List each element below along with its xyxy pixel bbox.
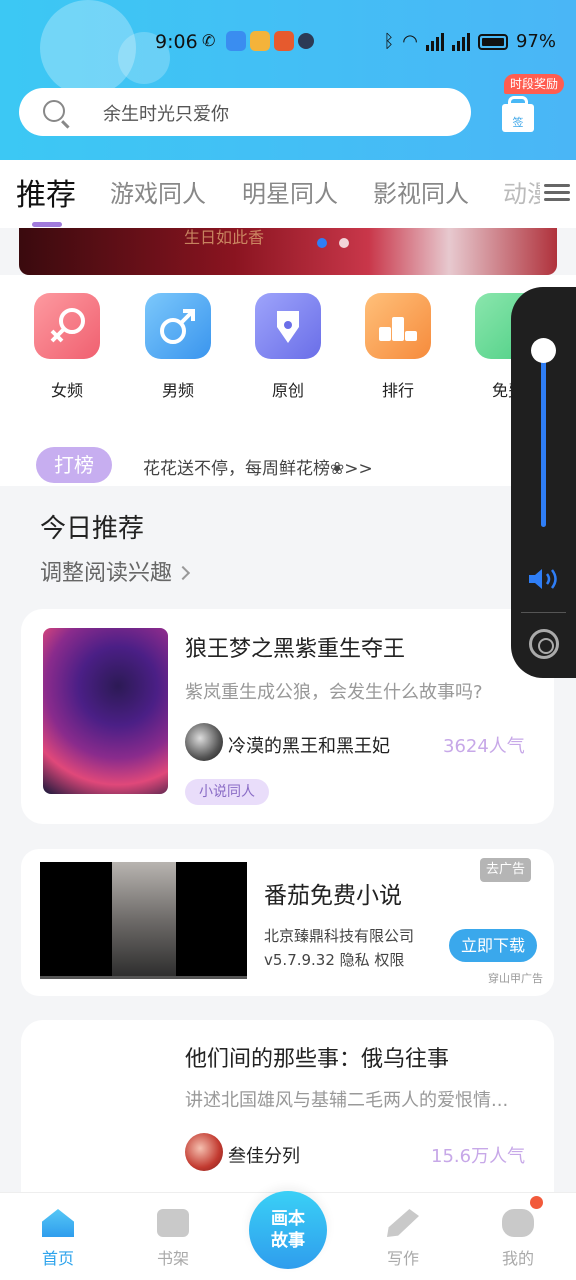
banner-indicator [317, 238, 327, 248]
category-ranking[interactable]: 排行 [363, 293, 433, 401]
volume-slider-handle[interactable] [531, 338, 556, 363]
nav-label: 我的 [501, 1249, 534, 1268]
menu-icon[interactable] [540, 180, 570, 208]
center-button-line2: 故事 [271, 1231, 305, 1251]
status-time: 9:06 [155, 31, 198, 53]
app-notification-icon [274, 31, 294, 51]
popularity: 3624人气 [443, 736, 525, 757]
nav-bookshelf[interactable]: 书架 [141, 1209, 205, 1269]
chat-icon [298, 33, 314, 49]
book-desc: 讲述北国雄风与基辅二毛两人的爱恨情... [185, 1090, 509, 1111]
gift-label: 签 [512, 116, 524, 129]
center-button-line1: 画本 [271, 1209, 305, 1229]
status-right: ᛒ ◠ 97% [383, 31, 556, 52]
nav-label: 首页 [41, 1249, 74, 1268]
ad-company: 北京臻鼎科技有限公司 [264, 927, 415, 945]
write-icon [387, 1209, 419, 1237]
app-notification-icon [226, 31, 246, 51]
reward-badge[interactable]: 时段奖励 [504, 74, 565, 94]
ad-source: 穿山甲广告 [488, 972, 543, 985]
volume-panel[interactable] [511, 287, 576, 678]
banner[interactable]: 生日如此香 [19, 228, 557, 275]
popularity: 15.6万人气 [431, 1146, 526, 1167]
book-title[interactable]: 狼王梦之黑紫重生夺王 [185, 631, 405, 663]
ad-video[interactable] [40, 862, 247, 979]
tab-underline [32, 222, 62, 227]
tab-recommend[interactable]: 推荐 [16, 170, 76, 214]
gift-icon[interactable]: 签 [500, 96, 536, 132]
ad-version[interactable]: v5.7.9.32 隐私 权限 [264, 949, 404, 970]
battery-percent: 97% [515, 31, 556, 52]
book-cover[interactable] [43, 628, 168, 794]
banner-text: 生日如此香 [184, 228, 265, 247]
tab-film[interactable]: 影视同人 [373, 174, 469, 209]
speaker-icon[interactable] [527, 567, 561, 591]
podium-icon [365, 293, 431, 359]
status-bar: 9:06 ✆ ᛒ ◠ 97% [0, 28, 576, 60]
notification-icons: ✆ [202, 31, 314, 51]
banner-indicator [339, 238, 349, 248]
category-label: 男频 [161, 381, 194, 400]
divider [521, 612, 566, 613]
avatar[interactable] [185, 1133, 223, 1171]
pen-icon [255, 293, 321, 359]
gift-box: 签 [502, 104, 534, 132]
signal-icon [425, 32, 444, 51]
book-tag[interactable]: 小说同人 [185, 779, 269, 805]
search-placeholder: 余生时光只爱你 [103, 104, 229, 125]
book-title[interactable]: 他们间的那些事：俄乌往事 [185, 1041, 449, 1073]
center-story-button[interactable]: 画本 故事 [249, 1191, 327, 1269]
profile-icon [502, 1209, 534, 1237]
nav-label: 书架 [156, 1249, 189, 1268]
search-input[interactable]: 余生时光只爱你 [19, 88, 471, 136]
chevron-right-icon [175, 565, 191, 581]
ad-title[interactable]: 番茄免费小说 [264, 876, 402, 910]
nav-write[interactable]: 写作 [371, 1209, 435, 1269]
ticker-text[interactable]: 花花送不停，每周鲜花榜❀>> [143, 454, 373, 479]
male-icon [145, 293, 211, 359]
remove-ad-button[interactable]: 去广告 [480, 858, 532, 882]
nav-label: 写作 [386, 1249, 419, 1268]
signal-icon [451, 32, 470, 51]
bookshelf-icon [157, 1209, 189, 1237]
wifi-icon: ◠ [402, 31, 418, 52]
book-desc: 紫岚重生成公狼，会发生什么故事吗? [185, 682, 483, 703]
author-name[interactable]: 叁佳分列 [228, 1142, 300, 1168]
category-original[interactable]: 原创 [253, 293, 323, 401]
notification-dot [530, 1196, 543, 1209]
section-title: 今日推荐 [40, 514, 145, 544]
search-icon [43, 100, 65, 122]
home-icon [42, 1209, 74, 1237]
ad-video-frame [112, 862, 176, 979]
category-male[interactable]: 男频 [143, 293, 213, 401]
category-tabs: 推荐 游戏同人 明星同人 影视同人 动漫 [0, 160, 576, 228]
dabang-badge[interactable]: 打榜 [36, 447, 112, 483]
volume-fill [541, 350, 546, 527]
download-button[interactable]: 立即下载 [449, 929, 537, 962]
adjust-interest-link[interactable]: 调整阅读兴趣 [40, 555, 191, 587]
avatar[interactable] [185, 723, 223, 761]
category-label: 女频 [50, 381, 83, 400]
author-name[interactable]: 冷漠的黑王和黑王妃 [228, 732, 390, 758]
tab-star[interactable]: 明星同人 [242, 174, 338, 209]
nav-profile[interactable]: 我的 [486, 1209, 550, 1269]
app-notification-icon [250, 31, 270, 51]
adjust-interest-label: 调整阅读兴趣 [40, 561, 173, 586]
gear-icon[interactable] [529, 629, 559, 659]
phone-icon: ✆ [202, 31, 216, 50]
battery-icon [477, 33, 508, 50]
bluetooth-icon: ᛒ [383, 31, 395, 52]
tab-game[interactable]: 游戏同人 [110, 174, 206, 209]
category-label: 排行 [381, 381, 414, 400]
nav-home[interactable]: 首页 [26, 1209, 90, 1269]
category-label: 原创 [271, 381, 304, 400]
video-progress [40, 976, 247, 979]
category-grid: 女频 男频 原创 排行 免费 [0, 275, 576, 455]
category-female[interactable]: 女频 [32, 293, 102, 401]
header: 9:06 ✆ ᛒ ◠ 97% 余生时光只爱你 签 时段奖励 [0, 0, 576, 160]
female-icon [34, 293, 100, 359]
